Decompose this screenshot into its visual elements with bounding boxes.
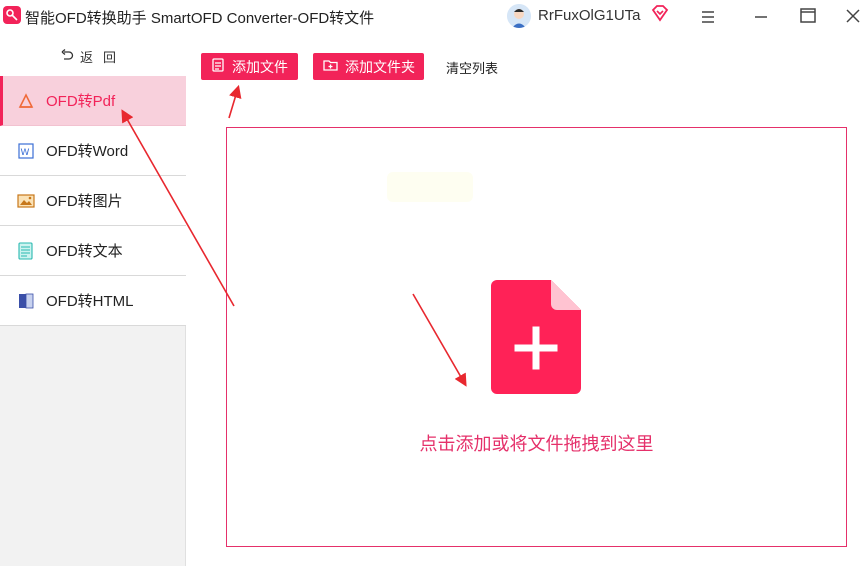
sidebar-item-label: OFD转HTML — [46, 293, 134, 310]
window-title: 智能OFD转换助手 SmartOFD Converter-OFD转文件 — [25, 10, 375, 27]
sidebar-item-ofd-to-word[interactable]: W OFD转Word — [0, 126, 186, 176]
word-icon: W — [16, 141, 36, 161]
minimize-icon[interactable] — [752, 8, 770, 26]
close-icon[interactable] — [844, 7, 860, 25]
menu-icon[interactable] — [698, 8, 718, 26]
sidebar-item-label: OFD转Word — [46, 143, 129, 160]
html-icon — [16, 291, 36, 311]
add-file-icon — [210, 57, 226, 76]
sidebar-item-label: OFD转文本 — [46, 243, 123, 260]
user-name[interactable]: RrFuxOlG1UTa — [538, 7, 641, 24]
pdf-icon — [16, 91, 36, 111]
maximize-icon[interactable] — [798, 7, 818, 25]
sidebar-item-ofd-to-pdf[interactable]: OFD转Pdf — [0, 76, 186, 126]
app-logo-icon — [3, 6, 21, 24]
back-label: 返回 — [79, 49, 126, 65]
add-folder-icon — [322, 57, 339, 76]
vip-diamond-icon[interactable] — [651, 4, 669, 22]
add-file-button[interactable]: 添加文件 — [201, 53, 298, 80]
sidebar-item-label: OFD转Pdf — [46, 93, 116, 110]
sidebar-item-ofd-to-image[interactable]: OFD转图片 — [0, 176, 186, 226]
arrow-to-add-file — [228, 84, 242, 119]
file-drop-zone[interactable]: 点击添加或将文件拖拽到这里 — [226, 127, 847, 547]
sidebar-item-ofd-to-html[interactable]: OFD转HTML — [0, 276, 186, 326]
drop-hint-text: 点击添加或将文件拖拽到这里 — [419, 434, 654, 454]
add-folder-button[interactable]: 添加文件夹 — [313, 53, 424, 80]
user-avatar[interactable] — [507, 4, 531, 28]
add-file-large-icon[interactable] — [491, 280, 581, 394]
conversion-nav: OFD转Pdf W OFD转Word OFD转图片 OFD转文本 OFD转HTM… — [0, 76, 186, 326]
text-icon — [16, 241, 36, 261]
title-bar: 智能OFD转换助手 SmartOFD Converter-OFD转文件 RrFu… — [0, 0, 860, 36]
back-button[interactable]: 返回 — [0, 36, 186, 76]
sidebar-item-ofd-to-text[interactable]: OFD转文本 — [0, 226, 186, 276]
image-icon — [16, 191, 36, 211]
svg-text:W: W — [21, 148, 30, 158]
sidebar: 返回 OFD转Pdf W OFD转Word OFD转图片 OFD转文本 OFD转… — [0, 36, 186, 566]
back-arrow-icon — [60, 48, 74, 65]
sidebar-item-label: OFD转图片 — [46, 193, 123, 210]
faint-highlight — [387, 172, 473, 202]
add-folder-label: 添加文件夹 — [345, 58, 415, 75]
clear-list-button[interactable]: 清空列表 — [446, 58, 498, 77]
add-file-label: 添加文件 — [232, 58, 288, 75]
